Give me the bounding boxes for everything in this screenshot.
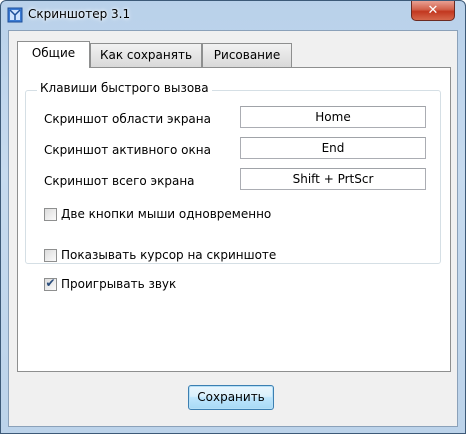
save-button-label: Сохранить — [197, 390, 265, 404]
hotkey-label-region: Скриншот области экрана — [44, 112, 211, 126]
tab-label: Общие — [31, 46, 76, 60]
app-window: Скриншотер 3.1 ✕ Общие Как сохранять Рис… — [0, 0, 466, 434]
tab-general[interactable]: Общие — [17, 41, 90, 68]
show-cursor-label[interactable]: Показывать курсор на скриншоте — [61, 248, 276, 262]
save-button[interactable]: Сохранить — [188, 385, 274, 410]
tab-drawing[interactable]: Рисование — [202, 43, 292, 67]
show-cursor-checkbox[interactable] — [44, 249, 57, 262]
check-mark-icon: ✔ — [45, 276, 56, 290]
hotkey-input-full-screen[interactable]: Shift + PrtScr — [240, 168, 426, 190]
tab-label: Рисование — [213, 48, 281, 62]
two-mouse-buttons-label[interactable]: Две кнопки мыши одновременно — [61, 207, 271, 221]
close-button[interactable]: ✕ — [411, 1, 455, 21]
play-sound-checkbox[interactable]: ✔ — [44, 276, 57, 291]
hotkey-input-region[interactable]: Home — [240, 106, 426, 128]
hotkeys-group-title: Клавиши быстрого вызова — [37, 81, 212, 95]
play-sound-label[interactable]: Проигрывать звук — [61, 277, 176, 291]
dialog-client-area: Общие Как сохранять Рисование Клавиши бы… — [8, 30, 458, 427]
title-bar[interactable]: Скриншотер 3.1 ✕ — [1, 1, 465, 29]
hotkey-label-active-window: Скриншот активного окна — [44, 143, 211, 157]
close-icon: ✕ — [427, 3, 439, 18]
hotkey-input-active-window[interactable]: End — [240, 137, 426, 159]
scissors-app-icon — [7, 7, 23, 23]
tab-label: Как сохранять — [99, 48, 193, 62]
two-mouse-buttons-checkbox[interactable] — [44, 208, 57, 221]
hotkey-label-full-screen: Скриншот всего экрана — [44, 174, 195, 188]
tab-save-options[interactable]: Как сохранять — [90, 43, 202, 67]
window-title: Скриншотер 3.1 — [28, 7, 131, 21]
